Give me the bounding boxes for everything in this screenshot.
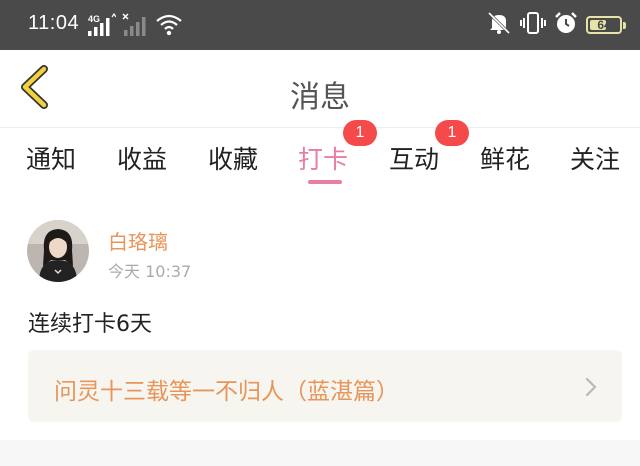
mute-icon [486, 11, 512, 39]
alarm-icon [554, 11, 578, 39]
header: 消息 [0, 50, 640, 128]
avatar[interactable] [27, 220, 89, 282]
signal-4g-icon: 4G [88, 12, 117, 41]
tab-earnings[interactable]: 收益 [117, 140, 167, 176]
status-time: 11:04 [28, 12, 80, 34]
tab-favorites[interactable]: 收藏 [208, 140, 258, 176]
message-timestamp: 今天 10:37 [108, 262, 192, 281]
status-left-icons: 4G [88, 12, 182, 41]
network-label: 4G [88, 14, 100, 24]
status-bar: 11:04 4G 64 [0, 0, 640, 50]
message-username[interactable]: 白珞璃 [108, 226, 168, 255]
linked-story-card[interactable]: 问灵十三载等一不归人（蓝湛篇） [28, 350, 622, 422]
page-title: 消息 [290, 80, 350, 115]
tab-bar: 通知 收益 收藏 打卡 互动 鲜花 关注 [0, 130, 640, 190]
signal-no-sim-icon [122, 13, 150, 41]
tab-following[interactable]: 关注 [570, 140, 620, 176]
tab-interactions[interactable]: 互动 [389, 140, 439, 176]
battery-tip [623, 22, 626, 29]
linked-story-title: 问灵十三载等一不归人（蓝湛篇） [54, 379, 399, 405]
status-right-icons: 64 [486, 11, 626, 39]
message-text: 连续打卡6天 [28, 312, 152, 337]
vibrate-icon [520, 11, 546, 39]
tab-flowers[interactable]: 鲜花 [480, 140, 530, 176]
wifi-icon [156, 14, 182, 40]
tab-check-in[interactable]: 打卡 [298, 140, 348, 176]
check-in-badge: 1 [343, 120, 377, 146]
chevron-right-icon [584, 376, 598, 402]
active-tab-indicator [308, 180, 342, 184]
battery-icon: 64 [586, 16, 626, 34]
interactions-badge: 1 [435, 120, 469, 146]
battery-text: 64 [597, 18, 611, 32]
tab-notifications[interactable]: 通知 [26, 140, 76, 176]
section-divider [0, 440, 640, 466]
